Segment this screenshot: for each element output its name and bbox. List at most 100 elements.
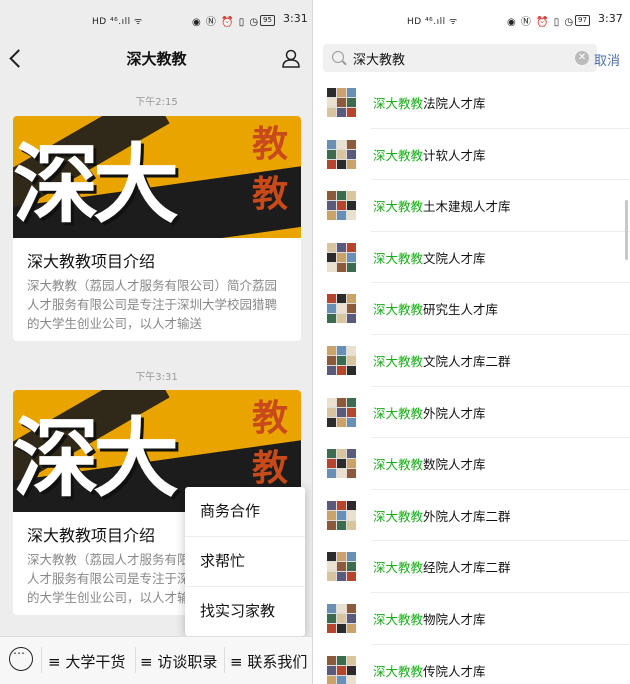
search-highlight: 深大教教	[373, 508, 424, 524]
group-name-suffix: 文院人才库二群	[423, 353, 511, 369]
cover-seal: 教教	[251, 398, 288, 489]
search-result-item[interactable]: 深大教教土木建规人才库	[327, 180, 630, 232]
group-name-suffix: 数院人才库	[423, 457, 486, 473]
group-avatar	[327, 88, 356, 117]
article-cover-image: 深大 教教	[13, 116, 301, 238]
status-bar: HD ⁴⁶.ıll ᯤ ◉ Ⓝ ⏰ ▯ ◷ 95 3:31	[0, 0, 313, 40]
search-bar: 深大教教 ✕ 取消	[313, 40, 630, 76]
group-avatar	[327, 139, 356, 169]
submenu-popup: 商务合作 求帮忙 找实习家教	[185, 487, 305, 636]
search-result-item[interactable]: 深大教教外院人才库	[327, 387, 630, 439]
search-highlight: 深大教教	[373, 250, 424, 266]
group-name-suffix: 计软人才库	[423, 147, 486, 163]
menu-divider	[224, 647, 225, 673]
menu-item-contact[interactable]: ≡ 联系我们	[230, 651, 307, 672]
search-highlight: 深大教教	[373, 560, 424, 576]
official-account-menu: ≡ 大学干货 ≡ 访谈职录 ≡ 联系我们	[0, 636, 313, 684]
search-result-item[interactable]: 深大教教数院人才库	[327, 438, 630, 490]
search-result-item[interactable]: 深大教教计软人才库	[327, 129, 630, 181]
search-icon	[332, 51, 344, 63]
cancel-button[interactable]: 取消	[594, 50, 620, 69]
chat-pane: HD ⁴⁶.ıll ᯤ ◉ Ⓝ ⏰ ▯ ◷ 95 3:31 深大教教 下午2:1…	[0, 0, 313, 684]
profile-icon[interactable]	[281, 48, 301, 68]
search-highlight: 深大教教	[373, 405, 424, 421]
message-timestamp: 下午2:15	[135, 97, 178, 108]
signal-icons: HD ⁴⁶.ıll ᯤ	[407, 17, 458, 27]
search-pane: HD ⁴⁶.ıll ᯤ ◉ Ⓝ ⏰ ▯ ◷ 97 3:37 深大教教 ✕ 取消 …	[313, 0, 630, 684]
cover-text: 深大	[13, 409, 179, 509]
search-highlight: 深大教教	[373, 147, 424, 163]
search-result-item[interactable]: 深大教教经院人才库二群	[327, 541, 630, 593]
clear-icon[interactable]: ✕	[575, 51, 589, 65]
chat-header: 深大教教	[0, 40, 313, 78]
search-result-item[interactable]: 深大教教外院人才库二群	[327, 490, 630, 542]
search-result-item[interactable]: 深大教教法院人才库	[327, 77, 630, 129]
battery-icon: 97	[575, 15, 590, 26]
group-name-suffix: 外院人才库	[423, 405, 486, 421]
menu-item-dry-goods[interactable]: ≡ 大学干货	[48, 651, 125, 672]
search-highlight: 深大教教	[373, 663, 424, 679]
menu-divider	[41, 647, 42, 673]
search-highlight: 深大教教	[373, 302, 424, 318]
group-name: 深大教教土木建规人才库	[373, 196, 511, 215]
search-highlight: 深大教教	[373, 96, 424, 111]
group-name: 深大教教研究生人才库	[373, 299, 498, 318]
popup-item-help[interactable]: 求帮忙	[185, 537, 305, 587]
group-name: 深大教教物院人才库	[373, 609, 486, 628]
group-name: 深大教教法院人才库	[373, 93, 486, 112]
status-icons: ◉ Ⓝ ⏰ ▯ ◷	[507, 17, 575, 28]
group-name: 深大教教外院人才库二群	[373, 506, 511, 525]
popup-item-business[interactable]: 商务合作	[185, 487, 305, 537]
group-avatar	[327, 345, 356, 375]
article-card[interactable]: 深大 教教 深大教教项目介绍 深大教教（荔园人才服务有限公司）简介荔园人才服务有…	[13, 116, 301, 341]
message-timestamp: 下午3:31	[135, 372, 178, 383]
article-title: 深大教教项目介绍	[27, 252, 156, 271]
group-name-suffix: 文院人才库	[423, 250, 486, 266]
search-results: 深大教教法院人才库 深大教教计软人才库 深大教教土木建规人才库 深大教教文院人才库 深大…	[313, 77, 630, 684]
menu-divider	[135, 647, 136, 673]
chat-title: 深大教教	[126, 50, 187, 68]
group-avatar	[327, 294, 356, 324]
signal-icons: HD ⁴⁶.ıll ᯤ	[92, 17, 143, 27]
search-highlight: 深大教教	[373, 199, 424, 215]
group-name-suffix: 物院人才库	[423, 611, 486, 627]
group-name: 深大教教外院人才库	[373, 403, 486, 422]
search-result-item[interactable]: 深大教教传院人才库	[327, 645, 630, 684]
group-avatar	[327, 552, 356, 582]
group-name-suffix: 外院人才库二群	[423, 508, 511, 524]
status-time: 3:37	[598, 12, 623, 25]
scrollbar[interactable]	[625, 200, 628, 260]
group-avatar	[327, 603, 356, 633]
group-avatar	[327, 191, 356, 221]
status-bar: HD ⁴⁶.ıll ᯤ ◉ Ⓝ ⏰ ▯ ◷ 97 3:37	[313, 0, 630, 40]
search-query: 深大教教	[353, 53, 406, 68]
menu-item-interviews[interactable]: ≡ 访谈职录	[140, 651, 217, 672]
popup-item-internship[interactable]: 找实习家教	[185, 587, 305, 636]
search-highlight: 深大教教	[373, 457, 424, 473]
group-name: 深大教教计软人才库	[373, 145, 486, 164]
status-icons: ◉ Ⓝ ⏰ ▯ ◷	[192, 17, 260, 28]
group-name-suffix: 土木建规人才库	[423, 199, 511, 215]
search-result-item[interactable]: 深大教教物院人才库	[327, 593, 630, 645]
search-result-item[interactable]: 深大教教文院人才库	[327, 232, 630, 284]
group-name: 深大教教文院人才库二群	[373, 351, 511, 370]
search-result-item[interactable]: 深大教教文院人才库二群	[327, 335, 630, 387]
search-highlight: 深大教教	[373, 611, 424, 627]
keyboard-icon[interactable]	[9, 646, 33, 671]
group-avatar	[327, 500, 356, 530]
group-name-suffix: 经院人才库二群	[423, 560, 511, 576]
cover-seal: 教教	[251, 124, 288, 215]
search-input[interactable]: 深大教教 ✕	[323, 44, 597, 72]
group-name: 深大教教数院人才库	[373, 454, 486, 473]
group-avatar	[327, 242, 356, 272]
article-description: 深大教教（荔园人才服务有限公司）简介荔园人才服务有限公司是专注于深圳大学校园猎聘…	[27, 278, 278, 331]
group-name: 深大教教文院人才库	[373, 248, 486, 267]
group-avatar	[327, 397, 356, 427]
group-name-suffix: 研究生人才库	[423, 302, 499, 318]
search-result-item[interactable]: 深大教教研究生人才库	[327, 283, 630, 335]
group-avatar	[327, 449, 356, 479]
group-name-suffix: 法院人才库	[423, 96, 486, 111]
search-highlight: 深大教教	[373, 353, 424, 369]
cover-text: 深大	[13, 135, 179, 235]
battery-icon: 95	[260, 15, 275, 26]
